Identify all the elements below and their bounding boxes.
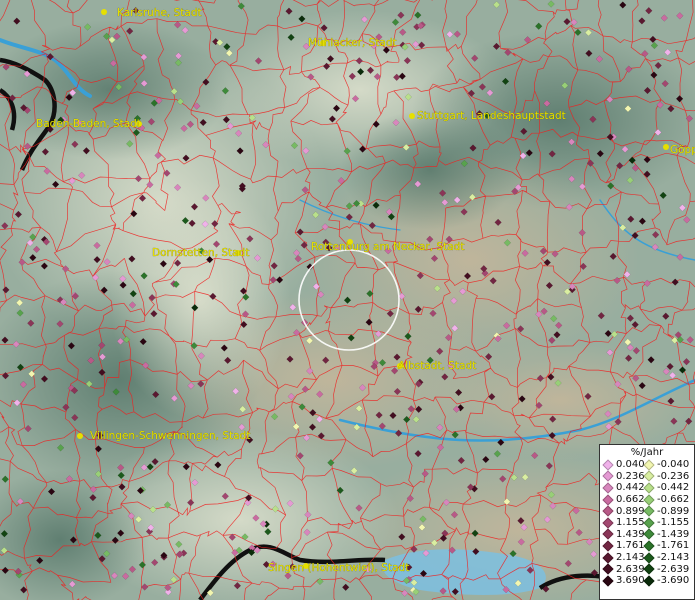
city-goepp: Göpp (670, 144, 695, 156)
legend-swatch-positive (602, 528, 614, 541)
legend-swatch-positive (602, 459, 614, 471)
legend-value-negative: -1.439 (657, 528, 690, 540)
legend-value-negative: -2.639 (657, 563, 690, 575)
legend-value-negative: -2.143 (657, 552, 690, 564)
legend-row: 0.662 -0.662 (600, 493, 694, 506)
legend-row: 0.442 -0.442 (600, 482, 694, 494)
legend-row: 0.236 -0.236 (600, 470, 694, 483)
legend-value-negative: -0.236 (657, 470, 690, 482)
legend-value-positive: 0.040 (616, 459, 645, 471)
legend-value-positive: 0.236 (616, 470, 645, 482)
legend-row: 0.040 -0.040 (600, 459, 694, 471)
map-canvas[interactable]: Karlsruhe, Stadt Mühlacker, Stadt Baden-… (0, 0, 695, 600)
legend-swatch-positive (602, 551, 614, 564)
legend-swatch-positive (602, 470, 614, 483)
city-karlsruhe: Karlsruhe, Stadt (117, 7, 202, 19)
legend-value-positive: 1.439 (616, 528, 645, 540)
legend-swatch-negative (643, 470, 655, 483)
legend-row: 1.761 -1.761 (600, 540, 694, 552)
legend-value-positive: 3.690 (616, 575, 645, 587)
legend-swatch-negative (643, 528, 655, 541)
legend-value-negative: -1.761 (657, 540, 690, 552)
legend-swatch-positive (602, 505, 614, 517)
legend-swatch-negative (643, 493, 655, 506)
legend-value-positive: 2.639 (616, 563, 645, 575)
legend-swatch-positive (602, 575, 614, 587)
legend-value-positive: 1.761 (616, 540, 645, 552)
city-rottenburg: Rottenburg am Neckar, Stadt (311, 241, 464, 253)
legend-value-negative: -0.662 (657, 494, 690, 506)
city-dornstetten: Dornstetten, Stadt (152, 247, 249, 259)
city-karlsruhe-dot (101, 9, 107, 15)
legend-swatch-negative (643, 517, 655, 529)
legend-swatch-positive (602, 563, 614, 575)
legend-row: 3.690 -3.690 (600, 575, 694, 587)
legend-title: %/Jahr (630, 447, 664, 458)
city-muehlacker: Mühlacker, Stadt (308, 37, 397, 49)
legend-swatch-negative (643, 482, 655, 494)
city-stuttgart: Stuttgart, Landeshauptstadt (417, 110, 566, 122)
city-singen: Singen (Hohentwiel), Stadt (268, 562, 409, 574)
legend-value-negative: -0.040 (657, 459, 690, 471)
legend-value-negative: -0.899 (657, 505, 690, 517)
legend-swatch-positive (602, 493, 614, 506)
legend-swatch-negative (643, 505, 655, 517)
legend-swatch-negative (643, 459, 655, 471)
legend-value-positive: 0.899 (616, 505, 645, 517)
map-legend: %/Jahr 0.040 -0.040 0.236 -0.236 0.442 -0.442… (599, 444, 695, 600)
legend-value-negative: -3.690 (657, 575, 690, 587)
legend-row: 0.899 -0.899 (600, 505, 694, 517)
legend-row: 1.155 -1.155 (600, 517, 694, 529)
legend-value-positive: 0.442 (616, 482, 645, 494)
legend-value-positive: 0.662 (616, 494, 645, 506)
legend-row: 2.143 -2.143 (600, 551, 694, 564)
city-stuttgart-dot (409, 113, 415, 119)
legend-value-positive: 2.143 (616, 552, 645, 564)
city-villingen: Villingen-Schwenningen, Stadt (90, 430, 250, 442)
terrain-shading (0, 10, 695, 600)
legend-row: 2.639 -2.639 (600, 563, 694, 575)
legend-value-negative: -0.442 (657, 482, 690, 494)
legend-swatch-negative (643, 563, 655, 575)
legend-swatch-positive (602, 517, 614, 529)
legend-row: 1.439 -1.439 (600, 528, 694, 541)
legend-swatch-negative (643, 551, 655, 564)
city-baden: Baden-Baden, Stadt (36, 118, 141, 130)
legend-swatch-negative (643, 575, 655, 587)
legend-swatch-positive (602, 540, 614, 552)
legend-value-negative: -1.155 (657, 517, 690, 529)
legend-swatch-negative (643, 540, 655, 552)
legend-swatch-positive (602, 482, 614, 494)
city-villingen-dot (77, 433, 83, 439)
city-albstadt: Albstadt, Stadt (398, 360, 476, 372)
legend-value-positive: 1.155 (616, 517, 645, 529)
legend-rows: 0.040 -0.040 0.236 -0.236 0.442 -0.442 0.662 -0… (600, 459, 694, 587)
city-goepp-dot (663, 144, 669, 150)
